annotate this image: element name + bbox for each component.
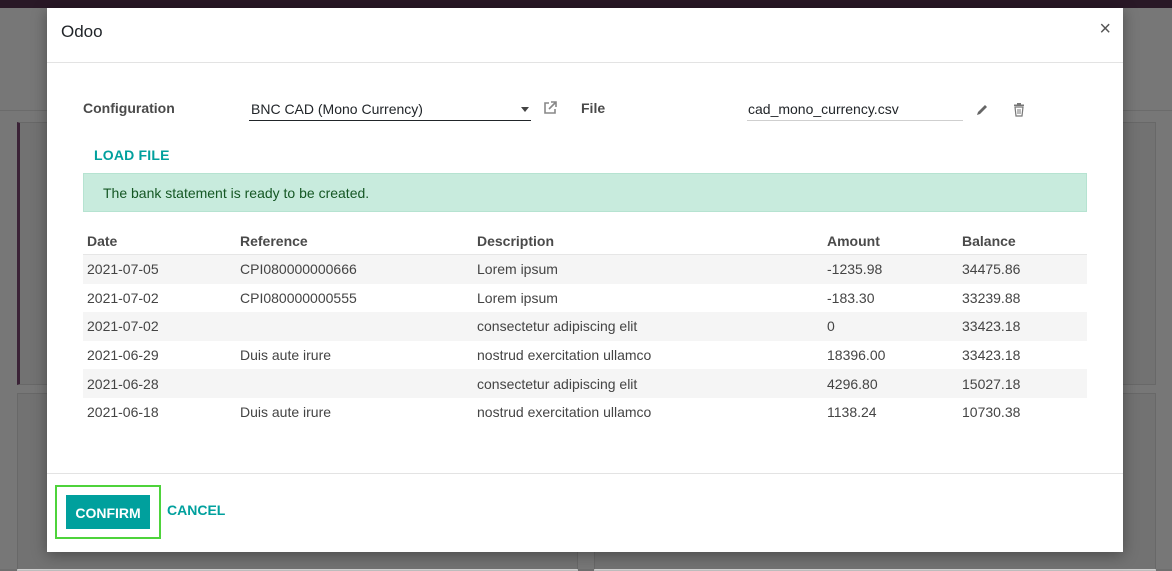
cell-reference: Duis aute irure [240,404,332,421]
cancel-button[interactable]: CANCEL [167,502,225,518]
cell-description: nostrud exercitation ullamco [477,404,652,421]
external-link-icon[interactable] [542,100,558,116]
table-row: 2021-07-02 CPI080000000555 Lorem ipsum -… [83,284,1087,313]
close-button[interactable]: × [1099,18,1111,41]
cell-amount: -183.30 [827,289,875,306]
column-header-amount: Amount [823,228,958,255]
cell-amount: -1235.98 [823,254,958,284]
cell-amount: 18396.00 [827,347,886,364]
load-file-button[interactable]: LOAD FILE [94,147,170,163]
cell-date: 2021-06-29 [87,347,159,364]
alert-message: The bank statement is ready to be create… [103,185,370,201]
table-row: 2021-06-18 Duis aute irure nostrud exerc… [83,398,1087,427]
file-field[interactable]: cad_mono_currency.csv [747,100,963,121]
column-header-description: Description [473,228,823,255]
cell-description: Lorem ipsum [477,289,558,306]
caret-down-icon[interactable] [521,107,529,112]
cell-reference [236,369,473,398]
cell-balance: 33239.88 [962,289,1021,306]
cell-amount: 1138.24 [827,404,877,421]
cell-balance: 15027.18 [958,369,1087,398]
table-row: 2021-07-05 CPI080000000666 Lorem ipsum -… [83,254,1087,284]
cell-balance: 34475.86 [958,254,1087,284]
import-modal: Odoo × Configuration BNC CAD (Mono Curre… [47,8,1123,552]
table-row: 2021-06-29 Duis aute irure nostrud exerc… [83,341,1087,370]
cell-date: 2021-07-02 [87,289,159,306]
cell-date: 2021-06-28 [83,369,236,398]
file-name[interactable]: cad_mono_currency.csv [748,101,899,117]
table-row: 2021-07-02 consectetur adipiscing elit 0… [83,312,1087,341]
cell-reference: CPI080000000555 [240,289,357,306]
table-row: 2021-06-28 consectetur adipiscing elit 4… [83,369,1087,398]
cell-date: 2021-07-02 [83,312,236,341]
cell-description: nostrud exercitation ullamco [477,347,652,364]
cell-balance: 33423.18 [958,312,1087,341]
cell-date: 2021-06-18 [87,404,159,421]
configuration-select[interactable]: BNC CAD (Mono Currency) [249,100,531,121]
cell-date: 2021-07-05 [83,254,236,284]
table-header-row: Date Reference Description Amount Balanc… [83,228,1087,255]
statement-preview-table: Date Reference Description Amount Balanc… [83,228,1087,427]
cell-description: Lorem ipsum [473,254,823,284]
cell-amount: 4296.80 [823,369,958,398]
file-label: File [581,100,606,116]
cell-reference [236,312,473,341]
confirm-button[interactable]: CONFIRM [66,495,150,529]
confirm-highlight: CONFIRM [55,485,161,539]
pencil-icon[interactable] [975,103,989,117]
cell-balance: 10730.38 [962,404,1021,421]
trash-icon[interactable] [1013,103,1025,117]
close-icon[interactable]: × [1099,18,1111,40]
cell-description: consectetur adipiscing elit [473,369,823,398]
configuration-value[interactable]: BNC CAD (Mono Currency) [251,101,423,117]
modal-title: Odoo [61,22,103,41]
column-header-balance: Balance [958,228,1087,255]
column-header-date: Date [83,228,236,255]
cell-description: consectetur adipiscing elit [473,312,823,341]
cell-amount: 0 [823,312,958,341]
configuration-label: Configuration [83,100,175,116]
cell-balance: 33423.18 [962,347,1021,364]
cell-reference: CPI080000000666 [236,254,473,284]
modal-footer: CONFIRM CANCEL [47,473,1123,553]
cell-reference: Duis aute irure [240,347,332,364]
success-alert: The bank statement is ready to be create… [83,173,1087,212]
column-header-reference: Reference [236,228,473,255]
modal-header: Odoo × [47,8,1123,63]
